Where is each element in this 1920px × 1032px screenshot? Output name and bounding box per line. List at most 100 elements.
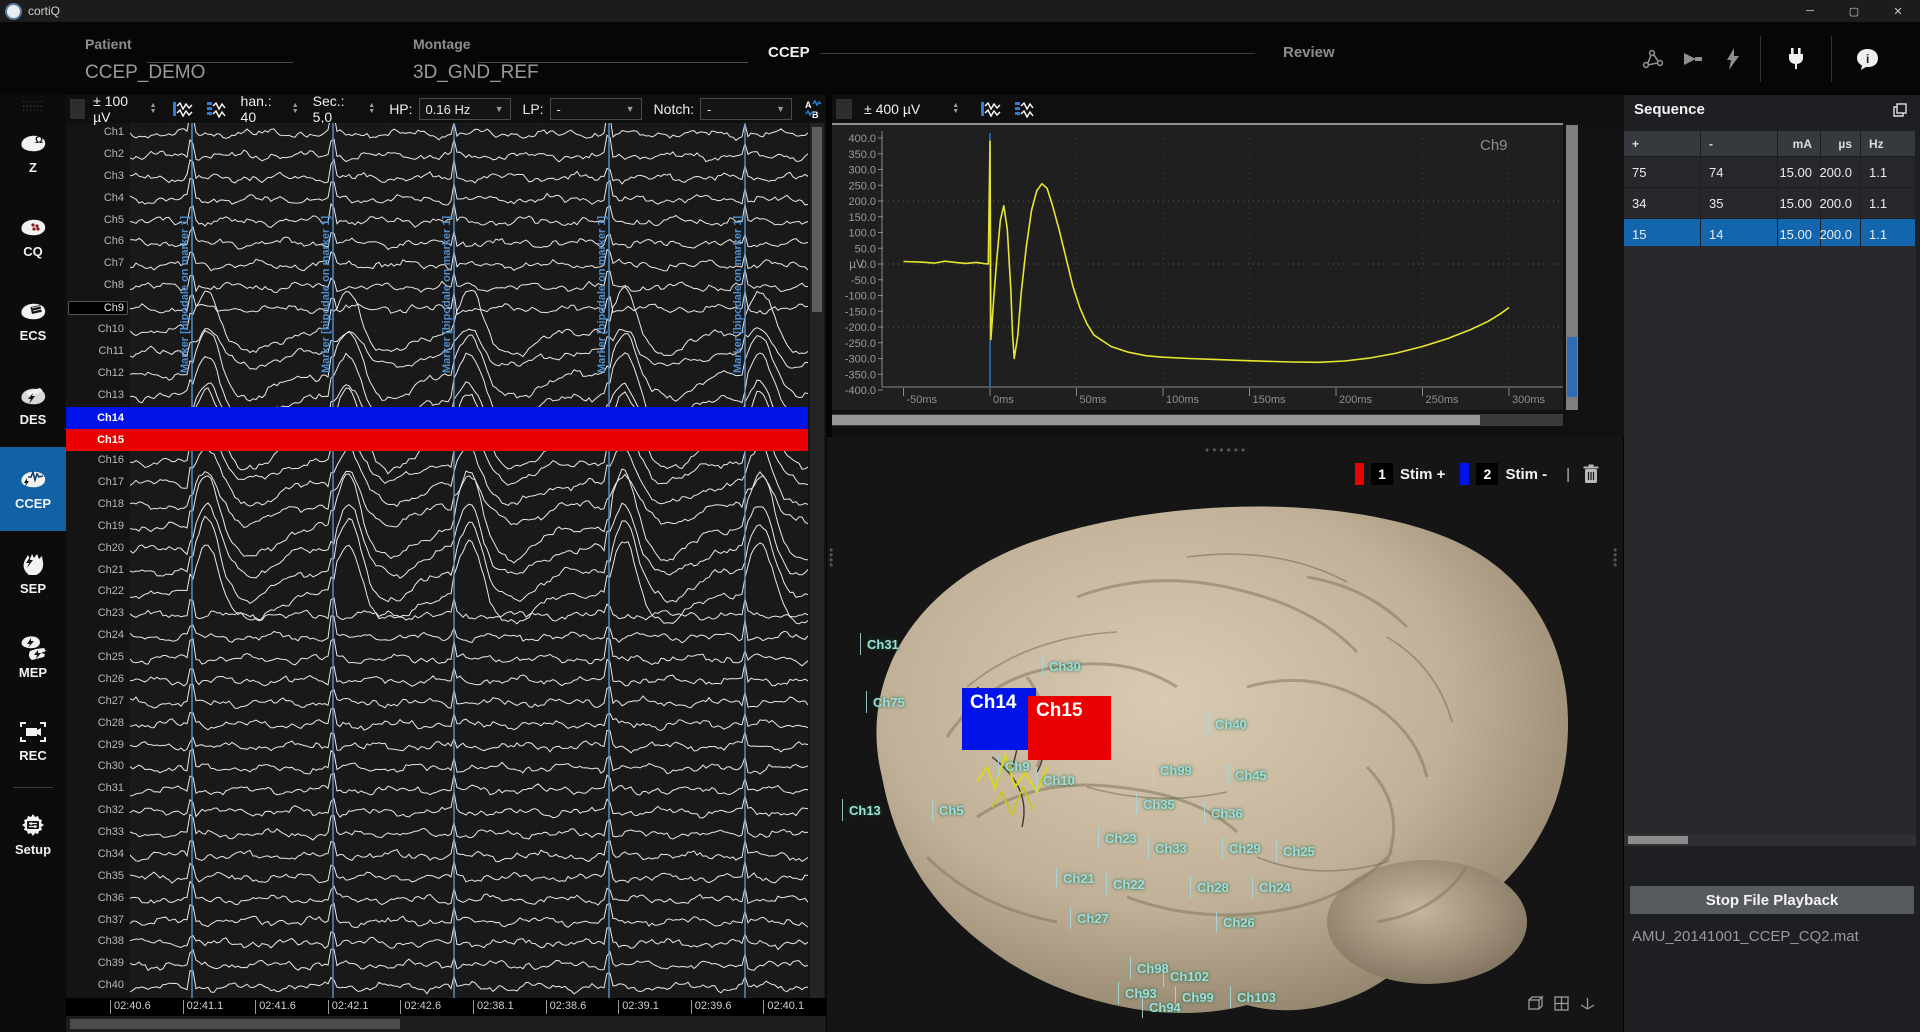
brain-3d-panel[interactable]: •••••• bbox=[827, 437, 1623, 1032]
notch-dropdown[interactable]: -▼ bbox=[700, 98, 792, 120]
channel-label[interactable]: Ch3 bbox=[66, 170, 124, 182]
electrode-label[interactable]: Ch36 bbox=[1211, 806, 1243, 821]
channel-label[interactable]: Ch26 bbox=[66, 673, 124, 685]
channel-label[interactable]: Ch4 bbox=[66, 192, 124, 204]
channel-label[interactable]: Ch34 bbox=[66, 848, 124, 860]
stim-minus-row-highlight[interactable]: Ch14 bbox=[66, 407, 808, 429]
sequence-column-header[interactable]: + bbox=[1624, 131, 1701, 156]
channel-label[interactable]: Ch17 bbox=[66, 476, 124, 488]
channel-label[interactable]: Ch40 bbox=[66, 979, 124, 991]
sequence-column-header[interactable]: Hz bbox=[1861, 131, 1916, 156]
channel-label[interactable]: Ch32 bbox=[66, 804, 124, 816]
minimize-button[interactable]: ─ bbox=[1788, 0, 1832, 22]
channel-label[interactable]: Ch28 bbox=[66, 717, 124, 729]
electrode-label[interactable]: Ch21 bbox=[1063, 871, 1095, 886]
electrode-label[interactable]: Ch33 bbox=[1155, 841, 1187, 856]
highpass-dropdown[interactable]: 0.16 Hz▼ bbox=[419, 98, 511, 120]
channel-label[interactable]: Ch10 bbox=[66, 323, 124, 335]
electrode-label[interactable]: Ch31 bbox=[867, 637, 899, 652]
sidebar-item-rec[interactable]: REC bbox=[0, 699, 66, 783]
view-layout-icon[interactable] bbox=[1553, 995, 1570, 1012]
channel-label[interactable]: Ch24 bbox=[66, 629, 124, 641]
channel-label[interactable]: Ch35 bbox=[66, 870, 124, 882]
review-tab[interactable]: Review bbox=[1283, 44, 1335, 61]
electrode-label[interactable]: Ch35 bbox=[1143, 797, 1175, 812]
sidebar-item-ecs[interactable]: ECS bbox=[0, 279, 66, 363]
electrode-label[interactable]: Ch26 bbox=[1223, 915, 1255, 930]
plot-vertical-scrollbar[interactable] bbox=[1566, 125, 1578, 410]
spinner-arrows-icon[interactable]: ▲▼ bbox=[368, 103, 375, 115]
channel-label[interactable]: Ch20 bbox=[66, 542, 124, 554]
sequence-column-header[interactable]: - bbox=[1701, 131, 1778, 156]
channel-label[interactable]: Ch13 bbox=[66, 389, 124, 401]
scrollbar-thumb[interactable] bbox=[70, 1019, 400, 1029]
spinner-arrows-icon[interactable]: ▲▼ bbox=[292, 103, 299, 115]
electrode-label[interactable]: Ch10 bbox=[1043, 773, 1075, 788]
channel-label[interactable]: Ch25 bbox=[66, 651, 124, 663]
sequence-row[interactable]: 757415.00200.01.1 bbox=[1624, 156, 1916, 187]
fit-channels-icon[interactable] bbox=[1013, 100, 1035, 118]
sidebar-item-mep[interactable]: MEP bbox=[0, 615, 66, 699]
sidebar-item-setup[interactable]: Setup bbox=[0, 792, 66, 876]
spinner-arrows-icon[interactable]: ▲▼ bbox=[952, 103, 959, 115]
signal-flow-icon[interactable] bbox=[1640, 46, 1666, 72]
scrollbar-thumb[interactable] bbox=[1567, 337, 1577, 397]
channel-label[interactable]: Ch2 bbox=[66, 148, 124, 160]
electrode-label[interactable]: Ch103 bbox=[1237, 990, 1276, 1005]
channel-label[interactable]: Ch39 bbox=[66, 957, 124, 969]
plot-horizontal-scrollbar[interactable] bbox=[832, 414, 1563, 426]
channel-label[interactable]: Ch36 bbox=[66, 892, 124, 904]
plot-toolbar-handle[interactable] bbox=[836, 99, 852, 119]
channel-label[interactable]: Ch38 bbox=[66, 935, 124, 947]
channel-label[interactable]: Ch6 bbox=[66, 235, 124, 247]
electrode-label[interactable]: Ch25 bbox=[1283, 844, 1315, 859]
sequence-scrollbar[interactable] bbox=[1624, 834, 1916, 846]
electrode-label[interactable]: Ch75 bbox=[873, 695, 905, 710]
electrode-label[interactable]: Ch40 bbox=[1215, 717, 1247, 732]
seconds-spinner[interactable]: Sec.: 5,0 ▲▼ bbox=[313, 93, 376, 125]
electrode-label[interactable]: Ch102 bbox=[1170, 969, 1209, 984]
channel-count-spinner[interactable]: han.: 40 ▲▼ bbox=[241, 93, 299, 125]
popout-window-icon[interactable] bbox=[1892, 102, 1908, 118]
sequence-column-header[interactable]: µs bbox=[1821, 131, 1861, 156]
stimulation-icon[interactable] bbox=[1720, 46, 1746, 72]
channel-label[interactable]: Ch19 bbox=[66, 520, 124, 532]
scrollbar-thumb[interactable] bbox=[832, 415, 1480, 425]
electrode-label[interactable]: Ch23 bbox=[1105, 831, 1137, 846]
channel-label[interactable]: Ch11 bbox=[66, 345, 124, 357]
sidebar-item-ccep[interactable]: CCEP bbox=[0, 447, 66, 531]
electrode-label[interactable]: Ch99 bbox=[1182, 990, 1214, 1005]
channel-label[interactable]: Ch23 bbox=[66, 607, 124, 619]
eeg-toolbar-handle[interactable] bbox=[70, 99, 85, 119]
channel-label[interactable]: Ch1 bbox=[66, 126, 124, 138]
channel-label[interactable]: Ch27 bbox=[66, 695, 124, 707]
close-button[interactable]: ✕ bbox=[1876, 0, 1920, 22]
electrode-label[interactable]: Ch9 bbox=[1005, 759, 1030, 774]
scrollbar-thumb[interactable] bbox=[1628, 836, 1688, 844]
amplifier-plug-icon[interactable] bbox=[1783, 46, 1809, 72]
sidebar-drag-handle[interactable]: :::::::::::: bbox=[0, 101, 66, 111]
electrode-label[interactable]: Ch13 bbox=[849, 803, 881, 818]
electrode-label[interactable]: Ch93 bbox=[1125, 986, 1157, 1001]
electrode-label[interactable]: Ch5 bbox=[939, 803, 964, 818]
lowpass-dropdown[interactable]: -▼ bbox=[550, 98, 642, 120]
sidebar-item-cq[interactable]: CQ bbox=[0, 195, 66, 279]
stim-plus-row-highlight[interactable]: Ch15 bbox=[66, 429, 808, 451]
plot-scale-spinner[interactable]: ± 400 µV ▲▼ bbox=[864, 101, 959, 117]
sequence-row[interactable]: 151415.00200.01.1 bbox=[1624, 218, 1916, 249]
stim-plus-electrode-box[interactable]: Ch15 bbox=[1028, 696, 1111, 760]
electrode-label[interactable]: Ch28 bbox=[1197, 880, 1229, 895]
sidebar-item-sep[interactable]: SEP bbox=[0, 531, 66, 615]
channel-label[interactable]: Ch16 bbox=[66, 454, 124, 466]
scene-export-icon[interactable] bbox=[1527, 995, 1544, 1012]
electrode-label[interactable]: Ch22 bbox=[1113, 877, 1145, 892]
channel-label[interactable]: Ch7 bbox=[66, 257, 124, 269]
electrode-label[interactable]: Ch24 bbox=[1259, 880, 1291, 895]
electrode-label[interactable]: Ch27 bbox=[1077, 911, 1109, 926]
electrode-label[interactable]: Ch29 bbox=[1229, 841, 1261, 856]
electrode-label[interactable]: Ch30 bbox=[1049, 659, 1081, 674]
playback-icon[interactable] bbox=[1680, 46, 1706, 72]
channel-label[interactable]: Ch31 bbox=[66, 782, 124, 794]
channel-label[interactable]: Ch8 bbox=[66, 279, 124, 291]
fit-amplitude-icon[interactable] bbox=[979, 100, 1001, 118]
